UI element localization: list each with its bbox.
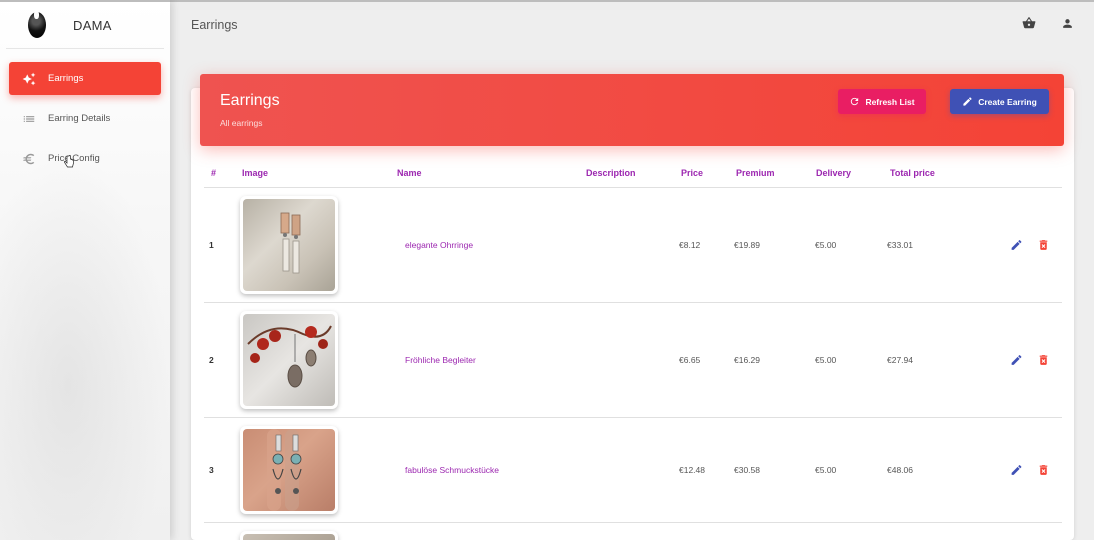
sidebar-item-earrings[interactable]: Earrings (9, 62, 161, 95)
earring-price: €6.65 (679, 355, 701, 365)
earring-image[interactable] (240, 196, 338, 294)
refresh-list-label: Refresh List (865, 96, 915, 107)
sidebar-item-earring-details[interactable]: Earring Details (9, 102, 161, 135)
earring-total-price: €48.06 (887, 465, 913, 475)
delete-trash-icon[interactable] (1036, 463, 1051, 478)
earring-total-price: €27.94 (887, 355, 913, 365)
table-row[interactable] (204, 523, 1062, 540)
sidebar: DAMA Earrings Earring Details Price Conf… (0, 0, 170, 540)
card-title: Earrings (220, 92, 280, 109)
earring-price: €12.48 (679, 465, 705, 475)
create-earring-label: Create Earring (978, 96, 1037, 107)
earring-image[interactable] (240, 426, 338, 514)
earring-premium: €30.58 (734, 465, 760, 475)
topbar-actions (1022, 16, 1074, 30)
delete-trash-icon[interactable] (1036, 353, 1051, 368)
column-header-total-price: Total price (890, 167, 935, 178)
earring-delivery: €5.00 (815, 240, 837, 250)
sidebar-background (0, 152, 170, 540)
earring-name-link[interactable]: fabulöse Schmuckstücke (405, 465, 499, 475)
earring-price: €8.12 (679, 240, 701, 250)
row-actions (1009, 238, 1051, 253)
row-actions (1009, 353, 1051, 368)
earring-name-link[interactable]: Fröhliche Begleiter (405, 355, 476, 365)
earring-image[interactable] (240, 311, 338, 409)
column-header-number: # (211, 167, 217, 178)
create-earring-button[interactable]: Create Earring (950, 89, 1049, 114)
earring-photo (243, 429, 335, 511)
earring-premium: €19.89 (734, 240, 760, 250)
sidebar-item-label: Earring Details (48, 113, 111, 124)
edit-pencil-icon[interactable] (1009, 353, 1024, 368)
earring-total-price: €33.01 (887, 240, 913, 250)
card-header: Earrings All earrings Refresh List Creat… (200, 74, 1064, 146)
brand-logo-icon (28, 10, 46, 38)
column-header-image: Image (242, 167, 269, 178)
column-header-name: Name (397, 167, 422, 178)
top-bar: Earrings (170, 0, 1094, 47)
table-row[interactable]: 1 elegante Ohrringe €8.12 €19.89 €5.00 €… (204, 188, 1062, 303)
edit-pencil-icon[interactable] (1009, 238, 1024, 253)
refresh-list-button[interactable]: Refresh List (838, 89, 926, 114)
sparkle-icon (21, 71, 37, 87)
earring-photo (243, 199, 335, 291)
earring-premium: €16.29 (734, 355, 760, 365)
refresh-icon (849, 96, 860, 107)
sidebar-item-label: Earrings (48, 73, 84, 84)
row-number: 2 (209, 355, 214, 365)
earring-delivery: €5.00 (815, 465, 837, 475)
euro-icon (21, 151, 37, 167)
earring-photo (243, 534, 335, 540)
row-number: 3 (209, 465, 214, 475)
table-row[interactable]: 3 fabulöse Schmuckstücke €12.48 €30.58 €… (204, 418, 1062, 523)
brand[interactable]: DAMA (6, 2, 164, 49)
column-header-premium: Premium (736, 167, 775, 178)
basket-icon[interactable] (1022, 16, 1036, 30)
brand-name: DAMA (73, 17, 112, 33)
person-icon[interactable] (1060, 16, 1074, 30)
earrings-table: # Image Name Description Price Premium D… (204, 158, 1062, 540)
earring-photo (243, 314, 335, 406)
table-row[interactable]: 2 Fröhliche Begleiter €6.65 €16.29 €5.00… (204, 303, 1062, 418)
earring-delivery: €5.00 (815, 355, 837, 365)
row-number: 1 (209, 240, 214, 250)
pencil-icon (962, 96, 973, 107)
column-header-description: Description (586, 167, 636, 178)
edit-pencil-icon[interactable] (1009, 463, 1024, 478)
hand-cursor-icon (64, 155, 74, 168)
column-header-price: Price (681, 167, 704, 178)
sidebar-nav: Earrings Earring Details Price Config (0, 49, 170, 175)
card-subtitle: All earrings (220, 118, 263, 128)
sidebar-item-price-config[interactable]: Price Config (9, 142, 161, 175)
table-header: # Image Name Description Price Premium D… (204, 158, 1062, 188)
earring-image[interactable] (240, 531, 338, 540)
column-header-delivery: Delivery (816, 167, 852, 178)
list-icon (21, 111, 37, 127)
earring-name-link[interactable]: elegante Ohrringe (405, 240, 473, 250)
delete-trash-icon[interactable] (1036, 238, 1051, 253)
page-title: Earrings (191, 17, 238, 32)
row-actions (1009, 463, 1051, 478)
